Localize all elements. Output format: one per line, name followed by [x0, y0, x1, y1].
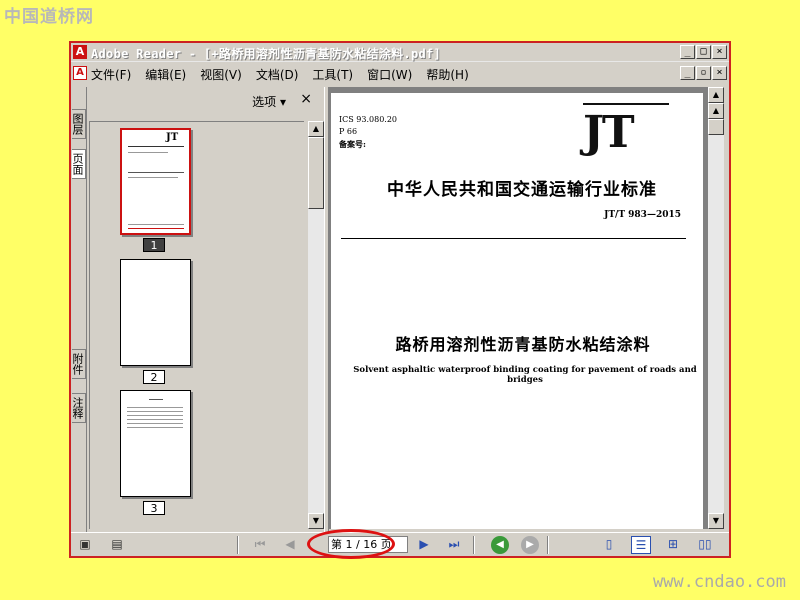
maximize-button[interactable]: □	[696, 45, 711, 59]
adobe-reader-window: A Adobe Reader - [+路桥用溶剂性沥青基防水粘结涂料.pdf] …	[69, 41, 731, 559]
menu-item[interactable]: 文件(F)	[91, 66, 131, 83]
monitor-icon[interactable]: ▣	[77, 537, 93, 553]
pane-header: 选项 ▾ ×	[87, 87, 324, 113]
next-page-icon[interactable]: ▶	[415, 537, 433, 553]
divider	[341, 238, 686, 239]
site-logo: 中国道桥网	[4, 7, 94, 27]
record-number: 备案号:	[339, 139, 366, 149]
scroll-thumb[interactable]	[308, 137, 324, 209]
scroll-down-icon[interactable]: ▼	[308, 513, 324, 529]
ics-code: ICS 93.080.20	[339, 115, 398, 124]
thumbnail-label: 3	[143, 501, 165, 515]
tab-layers[interactable]: 图层	[71, 109, 86, 139]
go-forward-icon[interactable]: ▶	[521, 536, 539, 554]
separator	[237, 536, 239, 554]
p-code: P 66	[339, 127, 358, 136]
pdf-page: ICS 93.080.20 P 66 备案号: JT 中华人民共和国交通运输行业…	[331, 93, 703, 529]
tab-pages[interactable]: 页面	[71, 149, 86, 179]
doc-close-button[interactable]: ×	[712, 66, 727, 80]
thumbnail-list: JT 1 2 3	[89, 121, 304, 529]
doc-minimize-button[interactable]: _	[680, 66, 695, 80]
thumbnail-scrollbar[interactable]: ▲ ▼	[308, 121, 324, 529]
menu-item[interactable]: 工具(T)	[312, 66, 353, 83]
continuous-icon[interactable]: ☰	[631, 536, 651, 554]
go-back-icon[interactable]: ◀	[491, 536, 509, 554]
scroll-up-icon[interactable]: ▲	[308, 121, 324, 137]
page-thumbnail-3[interactable]	[120, 390, 191, 497]
window-title: Adobe Reader - [+路桥用溶剂性沥青基防水粘结涂料.pdf]	[91, 47, 442, 61]
tab-comments[interactable]: 注释	[71, 393, 86, 423]
tab-attachments[interactable]: 附件	[71, 349, 86, 379]
thumbnail-label: 1	[143, 238, 165, 252]
single-page-icon[interactable]: ▯	[599, 536, 619, 554]
doc-restore-button[interactable]: ▫	[696, 66, 711, 80]
standard-number: JT/T 983—2015	[604, 210, 681, 220]
thumbnails-pane: 选项 ▾ × JT 1 2 3 ▲ ▼	[87, 87, 324, 532]
jt-logo: JT	[583, 107, 635, 158]
previous-page-icon[interactable]: ◀	[281, 537, 299, 553]
site-url: www.cndao.com	[652, 572, 786, 592]
document-scrollbar[interactable]: ▲ ▲ ▼	[708, 87, 724, 529]
menu-item[interactable]: 帮助(H)	[426, 66, 468, 83]
separator	[547, 536, 549, 554]
status-bar: ▣ ▤ ⏮ ◀ 第 1 / 16 页 ▶ ⏭ ◀ ▶ ▯ ☰ ⊞ ▯▯	[71, 529, 729, 559]
document-icon[interactable]: A	[73, 66, 87, 80]
minimize-button[interactable]: _	[680, 45, 695, 59]
page-thumbnail-2[interactable]	[120, 259, 191, 366]
close-button[interactable]: ×	[712, 45, 727, 59]
menu-item[interactable]: 文档(D)	[256, 66, 299, 83]
first-page-icon[interactable]: ⏮	[251, 537, 269, 553]
continuous-facing-icon[interactable]: ⊞	[663, 536, 683, 554]
standard-title: 中华人民共和国交通运输行业标准	[387, 180, 657, 200]
title-bar: A Adobe Reader - [+路桥用溶剂性沥青基防水粘结涂料.pdf] …	[71, 43, 729, 62]
last-page-icon[interactable]: ⏭	[445, 537, 463, 553]
document-title-en: Solvent asphaltic waterproof binding coa…	[353, 365, 697, 385]
options-button[interactable]: 选项 ▾	[252, 93, 286, 110]
menu-item[interactable]: 编辑(E)	[145, 66, 186, 83]
menu-item[interactable]: 视图(V)	[200, 66, 242, 83]
scroll-thumb[interactable]	[708, 119, 724, 135]
page-number-field[interactable]: 第 1 / 16 页	[328, 536, 408, 553]
scroll-up-icon[interactable]: ▲	[708, 87, 724, 103]
page-size-icon[interactable]: ▤	[109, 537, 125, 553]
document-title-cn: 路桥用溶剂性沥青基防水粘结涂料	[395, 335, 651, 354]
navigation-tab-strip: 图层 页面 附件 注释	[71, 87, 87, 532]
menu-bar: A 文件(F) 编辑(E) 视图(V) 文档(D) 工具(T) 窗口(W) 帮助(H) _ …	[71, 63, 729, 83]
document-view: ICS 93.080.20 P 66 备案号: JT 中华人民共和国交通运输行业…	[329, 87, 708, 529]
scroll-down-icon[interactable]: ▼	[708, 513, 724, 529]
separator	[473, 536, 475, 554]
adobe-app-icon[interactable]: A	[73, 45, 87, 59]
thumbnail-label: 2	[143, 370, 165, 384]
scroll-up-icon[interactable]: ▲	[708, 103, 724, 119]
page-thumbnail-1[interactable]: JT	[120, 128, 191, 235]
close-pane-icon[interactable]: ×	[300, 91, 312, 107]
facing-icon[interactable]: ▯▯	[695, 536, 715, 554]
menu-item[interactable]: 窗口(W)	[367, 66, 412, 83]
